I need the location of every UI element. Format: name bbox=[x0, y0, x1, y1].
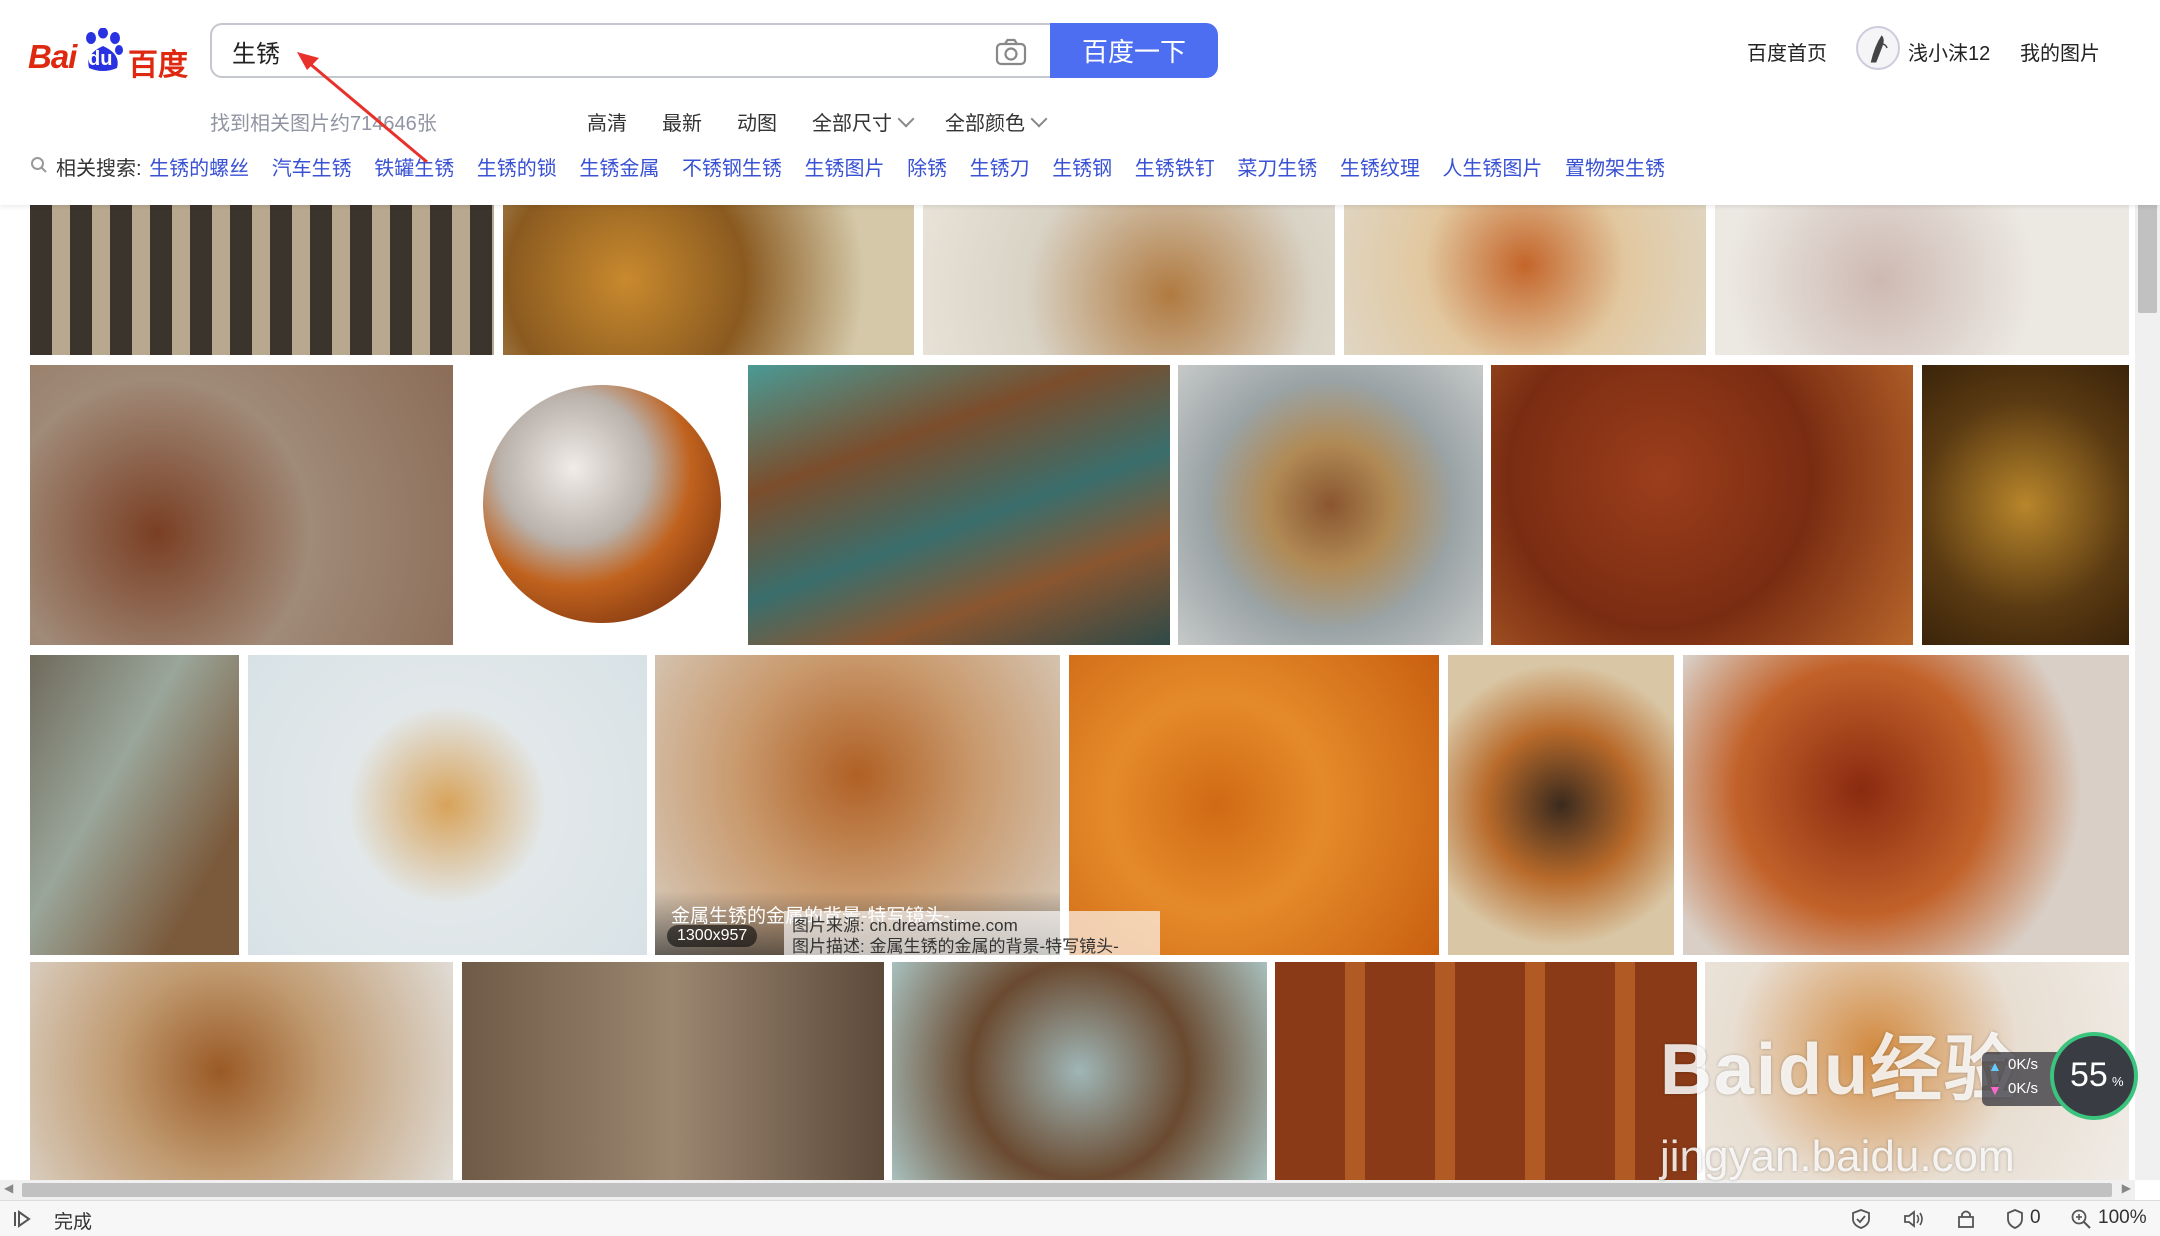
baidu-logo[interactable]: Bai du 百度 bbox=[28, 26, 188, 82]
related-item[interactable]: 生锈图片 bbox=[805, 158, 885, 180]
image-tile[interactable] bbox=[1922, 365, 2129, 645]
image-tile[interactable] bbox=[30, 655, 239, 955]
image-tile[interactable] bbox=[1344, 205, 1706, 355]
image-tile[interactable] bbox=[1491, 365, 1913, 645]
zoom-icon[interactable] bbox=[2070, 1208, 2092, 1230]
related-item[interactable]: 人生锈图片 bbox=[1442, 158, 1542, 180]
sidebar-toggle-icon[interactable] bbox=[12, 1209, 32, 1229]
related-item[interactable]: 生锈金属 bbox=[579, 158, 659, 180]
username-link[interactable]: 浅小沫12 bbox=[1908, 37, 1990, 66]
image-tile[interactable] bbox=[1715, 205, 2129, 355]
logo-bai: Bai bbox=[28, 38, 77, 75]
related-item[interactable]: 生锈铁钉 bbox=[1135, 158, 1215, 180]
related-item[interactable]: 生锈的锁 bbox=[477, 158, 557, 180]
scroll-left-icon[interactable]: ◀ bbox=[4, 1181, 13, 1195]
filter-size-label: 全部尺寸 bbox=[812, 113, 892, 135]
memory-percent: 55 bbox=[2070, 1056, 2108, 1094]
image-tile[interactable] bbox=[923, 205, 1335, 355]
down-arrow-icon: ▼ bbox=[1988, 1082, 2002, 1098]
filter-latest[interactable]: 最新 bbox=[662, 107, 702, 136]
upload-speed: 0K/s bbox=[2008, 1056, 2039, 1073]
adblock-count: 0 bbox=[2030, 1207, 2041, 1228]
image-tile[interactable] bbox=[30, 962, 453, 1180]
image-tile[interactable] bbox=[892, 962, 1267, 1180]
watermark-brand: Baidu经验 bbox=[1660, 1030, 2019, 1110]
speed-ring: 55 % bbox=[2050, 1032, 2138, 1120]
avatar[interactable] bbox=[1856, 26, 1900, 70]
related-item[interactable]: 生锈钢 bbox=[1052, 158, 1112, 180]
related-item[interactable]: 置物架生锈 bbox=[1565, 158, 1665, 180]
filter-hd[interactable]: 高清 bbox=[587, 107, 627, 136]
image-tile[interactable] bbox=[748, 365, 1170, 645]
image-tile[interactable] bbox=[1683, 655, 2129, 955]
my-images-link[interactable]: 我的图片 bbox=[2020, 37, 2100, 66]
image-tile[interactable] bbox=[1069, 655, 1439, 955]
percent-sign: % bbox=[2112, 1074, 2124, 1089]
related-item[interactable]: 除锈 bbox=[907, 158, 947, 180]
image-tile[interactable] bbox=[1275, 962, 1697, 1180]
shield-check-icon[interactable] bbox=[1850, 1208, 1872, 1230]
avatar-icon bbox=[1870, 35, 1888, 63]
chevron-down-icon bbox=[1030, 110, 1048, 128]
filter-color[interactable]: 全部颜色 bbox=[945, 107, 1048, 136]
related-searches: 相关搜索: 生锈的螺丝 汽车生锈 铁罐生锈 生锈的锁 生锈金属 不锈钢生锈 生锈… bbox=[30, 152, 1665, 182]
image-tile[interactable] bbox=[462, 962, 884, 1180]
related-item[interactable]: 不锈钢生锈 bbox=[682, 158, 782, 180]
speaker-icon[interactable] bbox=[1902, 1208, 1926, 1230]
tile-size-badge: 1300x957 bbox=[667, 925, 758, 947]
related-label: 相关搜索: bbox=[56, 158, 142, 180]
filter-color-label: 全部颜色 bbox=[945, 113, 1025, 135]
search-icon bbox=[31, 157, 47, 173]
related-item[interactable]: 生锈的螺丝 bbox=[149, 158, 249, 180]
status-text: 完成 bbox=[54, 1212, 93, 1233]
download-speed: 0K/s bbox=[2008, 1080, 2039, 1097]
search-button[interactable]: 百度一下 bbox=[1050, 23, 1218, 78]
lock-icon[interactable] bbox=[1955, 1208, 1977, 1230]
image-tile[interactable] bbox=[248, 655, 647, 955]
related-item[interactable]: 生锈刀 bbox=[970, 158, 1030, 180]
image-source: 图片来源: cn.dreamstime.com bbox=[792, 916, 1018, 935]
image-description: 图片描述: 金属生锈的金属的背景-特写镜头- bbox=[792, 937, 1119, 956]
image-tile[interactable] bbox=[503, 205, 914, 355]
camera-icon[interactable] bbox=[995, 37, 1027, 67]
watermark-url: jingyan.baidu.com bbox=[1660, 1132, 2015, 1181]
logo-cn: 百度 bbox=[128, 49, 188, 82]
related-item[interactable]: 菜刀生锈 bbox=[1237, 158, 1317, 180]
logo-du: du bbox=[88, 48, 113, 70]
status-bar: 完成 0 100% bbox=[0, 1200, 2160, 1236]
related-item[interactable]: 生锈纹理 bbox=[1340, 158, 1420, 180]
baidu-home-link[interactable]: 百度首页 bbox=[1747, 37, 1827, 66]
zoom-level[interactable]: 100% bbox=[2098, 1207, 2147, 1229]
chevron-down-icon bbox=[897, 110, 915, 128]
horizontal-scroll-thumb[interactable] bbox=[22, 1183, 2112, 1197]
adblock-shield-icon[interactable] bbox=[2005, 1208, 2025, 1230]
image-tile[interactable] bbox=[462, 365, 739, 645]
filter-animated[interactable]: 动图 bbox=[737, 107, 777, 136]
speed-widget[interactable]: ▲ 0K/s ▼ 0K/s 55 % bbox=[1982, 1032, 2142, 1122]
image-tile[interactable] bbox=[1178, 365, 1483, 645]
image-tile[interactable] bbox=[30, 365, 453, 645]
image-tile[interactable] bbox=[1448, 655, 1674, 955]
image-hover-info: 图片来源: cn.dreamstime.com 图片描述: 金属生锈的金属的背景… bbox=[784, 911, 1160, 961]
up-arrow-icon: ▲ bbox=[1988, 1058, 2002, 1074]
annotation-arrow bbox=[297, 52, 428, 164]
image-tile[interactable] bbox=[30, 205, 494, 355]
image-tile[interactable]: 金属生锈的金属的背景-特写镜头-... 1300x957 bbox=[655, 655, 1060, 955]
filter-size[interactable]: 全部尺寸 bbox=[812, 107, 915, 136]
